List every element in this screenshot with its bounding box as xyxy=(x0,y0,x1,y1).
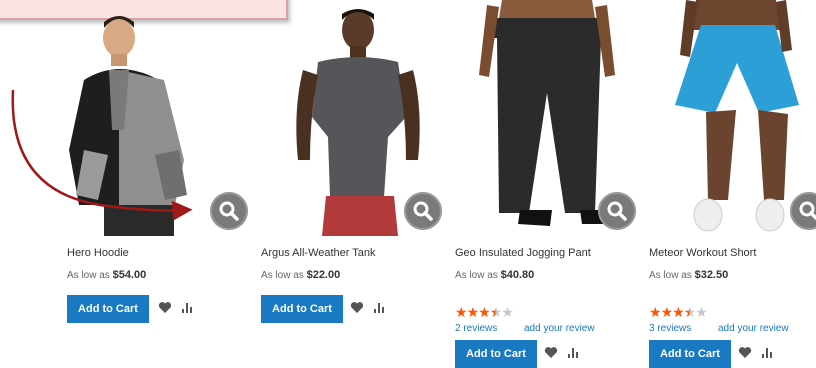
price-prefix: As low as xyxy=(261,270,304,281)
product-card-meteor-short: Meteor Workout Short As low as $32.50 ★★… xyxy=(646,0,816,368)
quick-view-zoom-button[interactable] xyxy=(598,192,636,230)
add-to-cart-button[interactable]: Add to Cart xyxy=(455,340,537,368)
wishlist-heart-icon[interactable] xyxy=(158,301,174,317)
compare-chart-icon[interactable] xyxy=(761,346,777,362)
add-to-cart-button[interactable]: Add to Cart xyxy=(67,295,149,323)
reviews-link[interactable]: 2 reviews xyxy=(455,323,497,334)
star-icon: ★ xyxy=(649,304,662,320)
price-value: $32.50 xyxy=(694,269,729,281)
quick-view-zoom-button[interactable] xyxy=(210,192,248,230)
add-review-link[interactable]: add your review xyxy=(524,323,595,334)
compare-chart-icon[interactable] xyxy=(373,301,389,317)
product-card-argus-tank: Argus All-Weather Tank As low as $22.00 … xyxy=(258,0,448,368)
half-star-icon: ★ xyxy=(489,304,503,320)
star-icon: ★ xyxy=(672,304,685,320)
star-icon: ★ xyxy=(660,304,674,320)
product-name[interactable]: Hero Hoodie xyxy=(67,247,129,259)
star-empty-icon: ★ xyxy=(695,304,708,320)
price-prefix: As low as xyxy=(455,270,498,281)
price-value: $40.80 xyxy=(500,269,535,281)
wishlist-heart-icon[interactable] xyxy=(544,346,560,362)
price-prefix: As low as xyxy=(649,270,692,281)
price-prefix: As low as xyxy=(67,270,110,281)
star-empty-icon: ★ xyxy=(501,304,514,320)
compare-chart-icon[interactable] xyxy=(181,301,197,317)
compare-chart-icon[interactable] xyxy=(567,346,583,362)
add-review-link[interactable]: add your review xyxy=(718,323,789,334)
star-icon: ★ xyxy=(466,304,480,320)
price-value: $54.00 xyxy=(112,269,147,281)
add-to-cart-button[interactable]: Add to Cart xyxy=(649,340,731,368)
product-price: As low as $32.50 xyxy=(649,269,728,281)
magnifier-icon xyxy=(607,201,627,221)
star-icon: ★ xyxy=(478,304,491,320)
product-card-hero-hoodie: Hero Hoodie As low as $54.00 Add to Cart xyxy=(64,0,254,368)
product-price: As low as $40.80 xyxy=(455,269,534,281)
magnifier-icon xyxy=(219,201,239,221)
magnifier-icon xyxy=(799,201,816,221)
rating-stars: ★★★★★ xyxy=(649,304,708,320)
reviews-link[interactable]: 3 reviews xyxy=(649,323,691,334)
quick-view-zoom-button[interactable] xyxy=(404,192,442,230)
wishlist-heart-icon[interactable] xyxy=(350,301,366,317)
product-name[interactable]: Meteor Workout Short xyxy=(649,247,756,259)
product-name[interactable]: Geo Insulated Jogging Pant xyxy=(455,247,591,259)
product-name[interactable]: Argus All-Weather Tank xyxy=(261,247,376,259)
product-price: As low as $54.00 xyxy=(67,269,146,281)
price-value: $22.00 xyxy=(306,269,341,281)
product-price: As low as $22.00 xyxy=(261,269,340,281)
star-icon: ★ xyxy=(455,304,468,320)
magnifier-icon xyxy=(413,201,433,221)
product-image[interactable] xyxy=(646,0,816,236)
wishlist-heart-icon[interactable] xyxy=(738,346,754,362)
rating-stars: ★★★★★ xyxy=(455,304,514,320)
half-star-icon: ★ xyxy=(683,304,697,320)
product-card-geo-pant: Geo Insulated Jogging Pant As low as $40… xyxy=(452,0,642,368)
add-to-cart-button[interactable]: Add to Cart xyxy=(261,295,343,323)
